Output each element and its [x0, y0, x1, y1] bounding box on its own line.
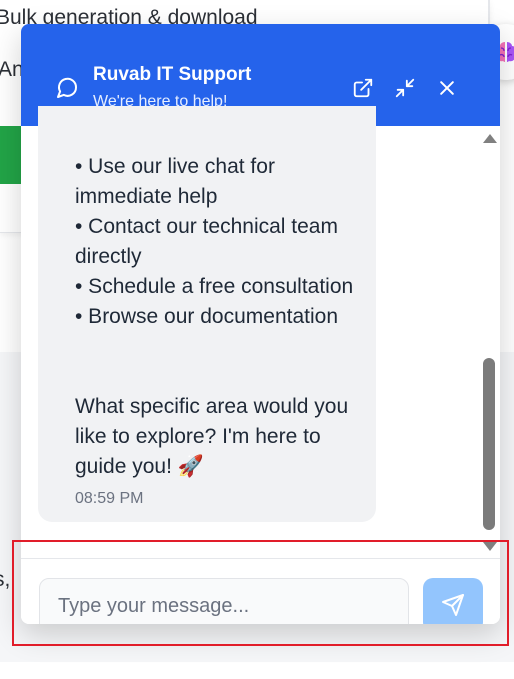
bot-message-bubble: • Use our live chat for immediate help •… [38, 106, 376, 522]
external-link-icon [353, 78, 373, 98]
message-closing-text: What specific area would you like to exp… [75, 395, 349, 478]
chat-messages: • Use our live chat for immediate help •… [21, 106, 500, 558]
chat-widget: Ruvab IT Support We're here to help! • U… [21, 24, 500, 624]
message-timestamp: 08:59 PM [75, 490, 144, 507]
input-highlight-box [12, 540, 509, 646]
background-green-button[interactable] [0, 126, 22, 184]
scroll-up-arrow[interactable] [483, 134, 497, 143]
list-item: • Schedule a free consultation [75, 275, 354, 298]
help-options-list: • Use our live chat for immediate help •… [75, 152, 375, 332]
chat-title: Ruvab IT Support [93, 64, 252, 85]
close-button[interactable] [435, 76, 459, 100]
background-text-fragment-2: s, [0, 568, 11, 591]
minimize-button[interactable] [393, 76, 417, 100]
messages-scrollbar[interactable] [480, 126, 498, 558]
close-icon [440, 81, 454, 95]
list-item: • Browse our documentation [75, 305, 338, 328]
open-external-button[interactable] [351, 76, 375, 100]
chat-bubble-icon [55, 76, 79, 105]
minimize-icon [395, 78, 415, 98]
list-item: • Contact our technical team directly [75, 215, 338, 268]
list-item: • Use our live chat for immediate help [75, 155, 275, 208]
scrollbar-thumb[interactable] [483, 358, 495, 530]
